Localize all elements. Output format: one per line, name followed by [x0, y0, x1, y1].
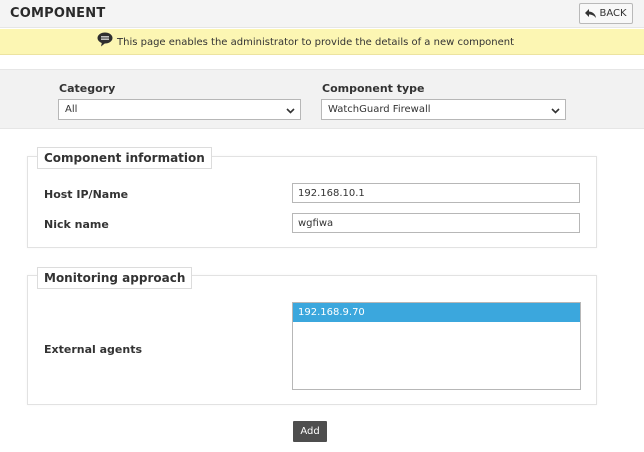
host-ip-label: Host IP/Name [44, 188, 129, 201]
component-type-select-value: WatchGuard Firewall [328, 104, 431, 115]
back-button[interactable]: BACK [579, 3, 633, 24]
back-button-label: BACK [599, 8, 627, 19]
component-type-select[interactable]: WatchGuard Firewall [321, 99, 566, 120]
info-message: This page enables the administrator to p… [117, 37, 515, 48]
reply-arrow-icon [585, 9, 597, 18]
nick-name-label: Nick name [44, 218, 109, 231]
nick-name-input[interactable]: wgfiwa [292, 213, 580, 233]
external-agents-label: External agents [44, 343, 143, 356]
page-title: COMPONENT [10, 6, 106, 21]
monitoring-approach-legend: Monitoring approach [37, 267, 193, 289]
category-select[interactable]: All [58, 99, 301, 120]
page-header: COMPONENT BACK [0, 0, 644, 28]
chevron-down-icon [551, 106, 560, 117]
add-button[interactable]: Add [293, 421, 327, 442]
filter-bar: Category All Component type WatchGuard F… [0, 69, 644, 129]
chevron-down-icon [286, 106, 295, 117]
info-bar: This page enables the administrator to p… [0, 29, 644, 55]
external-agents-listbox[interactable]: 192.168.9.70 [292, 302, 581, 390]
category-label: Category [59, 82, 116, 95]
list-item[interactable]: 192.168.9.70 [293, 303, 580, 322]
category-select-value: All [65, 104, 78, 115]
host-ip-input[interactable]: 192.168.10.1 [292, 183, 580, 203]
component-type-label: Component type [322, 82, 425, 95]
component-information-legend: Component information [37, 147, 212, 169]
speech-bubble-icon [97, 32, 113, 51]
